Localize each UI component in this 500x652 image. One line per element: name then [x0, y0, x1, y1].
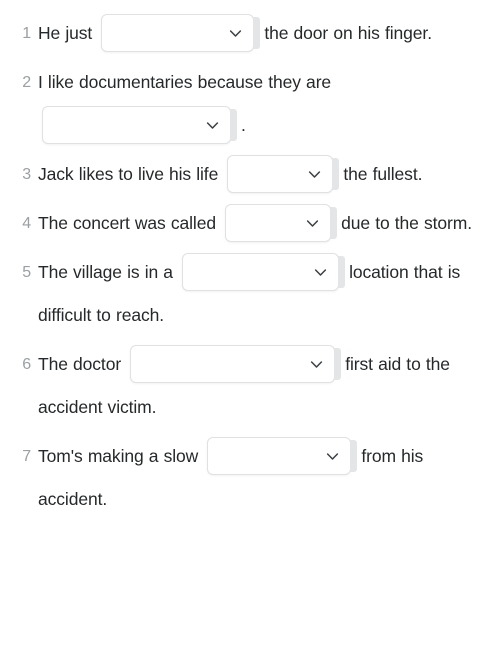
question-item: 2 I like documentaries because they are .	[10, 61, 490, 147]
question-text: The doctor	[38, 354, 122, 374]
dropdown-edge-shadow	[350, 440, 358, 473]
question-item: 1 He just the door on his finger.	[10, 12, 490, 55]
dropdown-edge-shadow	[330, 207, 338, 240]
chevron-down-icon	[310, 358, 323, 371]
question-body: 2 I like documentaries because they are .	[10, 61, 490, 147]
answer-dropdown-wrapper	[207, 437, 358, 476]
answer-dropdown[interactable]	[130, 345, 336, 384]
question-text: He just	[38, 23, 93, 43]
question-text: Tom's making a slow	[38, 446, 199, 466]
answer-dropdown[interactable]	[101, 14, 255, 53]
answer-dropdown[interactable]	[182, 253, 340, 292]
question-text: the fullest.	[343, 164, 423, 184]
dropdown-edge-shadow	[332, 158, 340, 191]
question-body: 6 The doctor first aid to the accident vi…	[10, 343, 490, 429]
question-text: I like documentaries because they are	[38, 72, 332, 92]
question-body: 3 Jack likes to live his life the fullest…	[10, 153, 490, 196]
question-item: 5 The village is in a location that is di…	[10, 251, 490, 337]
question-number: 4	[22, 215, 31, 232]
question-text: Jack likes to live his life	[38, 164, 219, 184]
answer-dropdown-wrapper	[182, 253, 346, 292]
question-item: 4 The concert was called due to the storm…	[10, 202, 490, 245]
chevron-down-icon	[206, 119, 219, 132]
question-body: 5 The village is in a location that is di…	[10, 251, 490, 337]
question-item: 6 The doctor first aid to the accident vi…	[10, 343, 490, 429]
question-number: 1	[22, 25, 31, 42]
question-number: 5	[22, 264, 31, 281]
answer-dropdown[interactable]	[207, 437, 352, 476]
question-body: 7 Tom's making a slow from his accident.	[10, 435, 490, 521]
dropdown-edge-shadow	[253, 17, 261, 50]
question-body: 4 The concert was called due to the storm…	[10, 202, 490, 245]
dropdown-edge-shadow	[334, 348, 342, 381]
question-number: 7	[22, 448, 31, 465]
chevron-down-icon	[229, 27, 242, 40]
question-text: The village is in a	[38, 262, 173, 282]
answer-dropdown-wrapper	[101, 14, 261, 53]
question-number: 2	[22, 74, 31, 91]
question-item: 7 Tom's making a slow from his accident.	[10, 435, 490, 521]
chevron-down-icon	[308, 168, 321, 181]
question-number: 3	[22, 166, 31, 183]
answer-dropdown-wrapper	[227, 155, 340, 194]
question-text: the door on his finger.	[264, 23, 432, 43]
question-number: 6	[22, 356, 31, 373]
answer-dropdown[interactable]	[227, 155, 334, 194]
answer-dropdown-wrapper	[130, 345, 342, 384]
answer-dropdown[interactable]	[225, 204, 332, 243]
question-text: The concert was called	[38, 213, 216, 233]
answer-dropdown[interactable]	[42, 106, 231, 145]
question-text: due to the storm.	[341, 213, 472, 233]
question-item: 3 Jack likes to live his life the fullest…	[10, 153, 490, 196]
chevron-down-icon	[306, 217, 319, 230]
question-body: 1 He just the door on his finger.	[10, 12, 490, 55]
chevron-down-icon	[314, 266, 327, 279]
chevron-down-icon	[326, 450, 339, 463]
question-text: .	[241, 115, 246, 135]
dropdown-edge-shadow	[230, 109, 237, 142]
gap-fill-quiz: 1 He just the door on his finger. 2 I like…	[0, 0, 500, 652]
answer-dropdown-wrapper	[42, 106, 237, 145]
answer-dropdown-wrapper	[225, 204, 338, 243]
dropdown-edge-shadow	[338, 256, 346, 289]
